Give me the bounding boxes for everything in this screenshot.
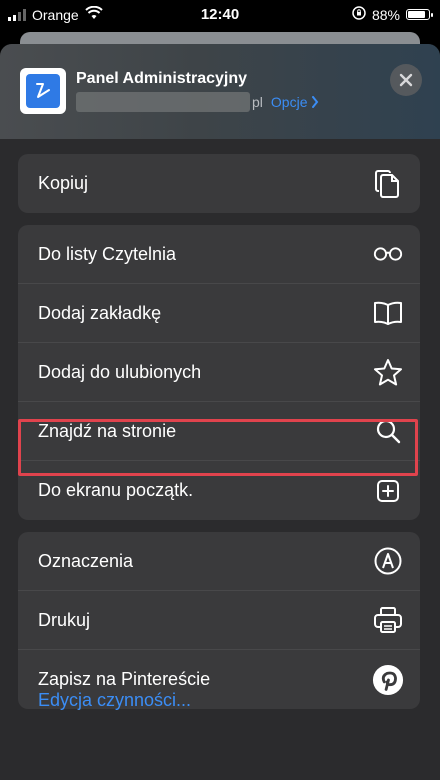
- action-group-page: Do listy Czytelnia Dodaj zakładkę Dodaj …: [18, 225, 420, 520]
- status-right: 88%: [352, 6, 433, 23]
- action-label: Drukuj: [38, 609, 91, 630]
- action-label: Do ekranu początk.: [38, 480, 194, 500]
- close-icon: [399, 73, 413, 87]
- action-add-bookmark[interactable]: Dodaj zakładkę: [18, 284, 420, 343]
- close-button[interactable]: [390, 64, 422, 96]
- action-group-extensions: Oznaczenia Drukuj Zapisz na Pintereście: [18, 532, 420, 709]
- action-label: Zapisz na Pintereście: [38, 669, 211, 689]
- options-link[interactable]: Opcje: [271, 94, 320, 110]
- action-reading-list[interactable]: Do listy Czytelnia: [18, 225, 420, 284]
- url-redacted: [76, 92, 250, 112]
- add-square-icon: [372, 475, 404, 507]
- action-label: Dodaj zakładkę: [38, 302, 162, 323]
- site-title: Panel Administracyjny: [76, 70, 248, 87]
- action-label: Do listy Czytelnia: [38, 243, 177, 264]
- action-add-favorites[interactable]: Dodaj do ulubionych: [18, 343, 420, 402]
- share-sheet-header: Panel Administracyjny pl Opcje: [0, 44, 440, 139]
- chevron-right-icon: [312, 96, 319, 108]
- options-label: Opcje: [270, 94, 308, 110]
- markup-pen-icon: [372, 545, 404, 577]
- action-copy[interactable]: Kopiuj: [18, 154, 420, 213]
- action-add-to-home-screen[interactable]: Do ekranu początk.: [18, 461, 420, 520]
- action-group-copy: Kopiuj: [18, 154, 420, 213]
- printer-icon: [372, 604, 404, 636]
- copy-icon: [372, 168, 404, 200]
- glasses-icon: [372, 238, 404, 270]
- action-find-on-page[interactable]: Znajdź na stronie: [18, 402, 420, 461]
- edit-actions-link[interactable]: Edycja czynności...: [38, 690, 191, 711]
- action-label: Oznaczenia: [38, 550, 134, 571]
- action-label: Dodaj do ulubionych: [38, 361, 202, 382]
- battery-percent: 88%: [371, 6, 400, 23]
- status-bar: Orange 12:40 88%: [0, 0, 440, 30]
- star-icon: [372, 356, 404, 388]
- site-icon: [20, 68, 66, 114]
- action-markup[interactable]: Oznaczenia: [18, 532, 420, 591]
- site-url: pl Opcje: [76, 92, 319, 112]
- battery-icon: [406, 9, 433, 20]
- pinterest-icon: [372, 664, 404, 696]
- action-print[interactable]: Drukuj: [18, 591, 420, 650]
- book-icon: [372, 297, 404, 329]
- action-label: Znajdź na stronie: [38, 420, 177, 441]
- orientation-lock-icon: [352, 6, 366, 23]
- action-label: Kopiuj: [38, 173, 89, 193]
- search-icon: [372, 415, 404, 447]
- url-suffix: pl: [252, 94, 263, 110]
